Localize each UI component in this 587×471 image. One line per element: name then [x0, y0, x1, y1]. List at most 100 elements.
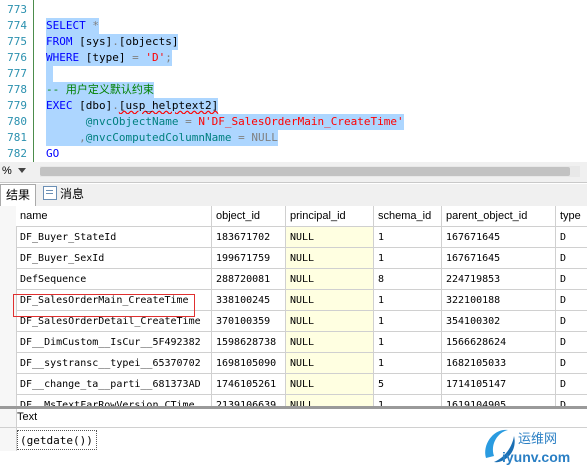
code-line[interactable]: 780 @nvcObjectName = N'DF_SalesOrderMain… [0, 114, 587, 130]
column-header[interactable]: type [556, 206, 587, 227]
row-header[interactable] [0, 332, 17, 354]
table-cell[interactable]: 1 [374, 248, 442, 269]
table-cell[interactable]: D [556, 290, 587, 311]
table-cell[interactable]: 1619104905 [442, 395, 556, 406]
table-cell[interactable]: 183671702 [212, 227, 286, 248]
code-line[interactable]: 781 ,@nvcComputedColumnName = NULL [0, 130, 587, 146]
table-cell[interactable]: DefSequence [16, 269, 212, 290]
column-header-text[interactable]: Text [17, 411, 37, 423]
horizontal-scrollbar[interactable] [40, 166, 580, 177]
table-cell[interactable]: 1 [374, 290, 442, 311]
row-header[interactable] [0, 269, 17, 291]
table-row[interactable]: DF__systransc__typei__65370702 1698105090… [0, 353, 587, 375]
code-text[interactable] [46, 66, 53, 82]
table-cell[interactable]: NULL [286, 332, 374, 353]
table-cell[interactable]: D [556, 353, 587, 374]
table-cell[interactable]: DF__change_ta__parti__681373AD [16, 374, 212, 395]
table-cell[interactable]: 322100188 [442, 290, 556, 311]
table-cell[interactable]: 1682105033 [442, 353, 556, 374]
column-header[interactable]: schema_id [374, 206, 442, 227]
table-cell[interactable]: 1 [374, 227, 442, 248]
table-cell[interactable]: 2139106639 [212, 395, 286, 406]
row-header[interactable] [0, 227, 17, 249]
code-text[interactable]: -- 用户定义默认约束 [46, 82, 154, 98]
table-cell[interactable]: D [556, 395, 587, 406]
tab-messages[interactable]: 消息 [38, 184, 89, 205]
code-text[interactable]: ,@nvcComputedColumnName = NULL [46, 130, 278, 146]
table-cell[interactable]: D [556, 248, 587, 269]
table-cell[interactable]: DF_SalesOrderMain_CreateTime [16, 290, 212, 311]
table-cell[interactable]: 8 [374, 269, 442, 290]
table-cell[interactable]: 167671645 [442, 227, 556, 248]
table-cell[interactable]: 338100245 [212, 290, 286, 311]
table-cell[interactable]: 1 [374, 332, 442, 353]
column-header[interactable]: object_id [212, 206, 286, 227]
code-text[interactable]: @nvcObjectName = N'DF_SalesOrderMain_Cre… [46, 114, 404, 130]
table-cell[interactable]: D [556, 332, 587, 353]
table-cell[interactable]: 199671759 [212, 248, 286, 269]
sql-editor[interactable]: 773 774 SELECT * 775 FROM [sys].[objects] 776… [0, 0, 587, 162]
code-line[interactable]: 776 WHERE [type] = 'D'; [0, 50, 587, 66]
row-header[interactable] [0, 248, 17, 270]
table-cell[interactable]: D [556, 311, 587, 332]
table-cell[interactable]: NULL [286, 269, 374, 290]
code-text[interactable]: GO [46, 146, 59, 162]
code-text[interactable]: EXEC [dbo].[usp_helptext2] [46, 98, 219, 114]
table-header-row[interactable]: name object_id principal_id schema_id parent… [0, 206, 587, 228]
table-row[interactable]: DF__DimCustom__IsCur__5F492382 1598628738… [0, 332, 587, 354]
column-header[interactable]: parent_object_id [442, 206, 556, 227]
table-cell[interactable]: DF__DimCustom__IsCur__5F492382 [16, 332, 212, 353]
code-line[interactable]: 777 [0, 66, 587, 82]
row-header[interactable] [0, 353, 17, 375]
table-cell[interactable]: 1714105147 [442, 374, 556, 395]
code-text[interactable]: WHERE [type] = 'D'; [46, 50, 172, 66]
table-cell[interactable]: 5 [374, 374, 442, 395]
table-cell[interactable]: DF__MsTextFarRowVersion_CTime [16, 395, 212, 406]
zoom-dropdown-icon[interactable] [18, 168, 26, 173]
code-text[interactable]: SELECT * [46, 18, 99, 34]
table-cell[interactable]: NULL [286, 248, 374, 269]
table-cell[interactable]: 1698105090 [212, 353, 286, 374]
table-row[interactable]: DF_SalesOrderDetail_CreateTime 370100359 N… [0, 311, 587, 333]
row-header[interactable] [0, 374, 17, 396]
table-cell[interactable]: 1 [374, 395, 442, 406]
row-header[interactable] [0, 290, 17, 312]
table-cell[interactable]: 354100302 [442, 311, 556, 332]
table-cell[interactable]: 1 [374, 311, 442, 332]
code-line[interactable]: 779 EXEC [dbo].[usp_helptext2] [0, 98, 587, 114]
table-cell[interactable]: D [556, 227, 587, 248]
row-header[interactable] [0, 206, 17, 228]
table-row[interactable]: DefSequence 288720081 NULL 8 224719853 D [0, 269, 587, 291]
table-row[interactable]: DF_SalesOrderMain_CreateTime 338100245 NUL… [0, 290, 587, 312]
table-cell[interactable]: 224719853 [442, 269, 556, 290]
table-cell[interactable]: 167671645 [442, 248, 556, 269]
table-cell[interactable]: 1598628738 [212, 332, 286, 353]
table-cell[interactable]: DF_SalesOrderDetail_CreateTime [16, 311, 212, 332]
results-grid[interactable]: name object_id principal_id schema_id parent… [0, 206, 587, 406]
table-row[interactable]: DF__MsTextFarRowVersion_CTime 2139106639 N… [0, 395, 587, 406]
column-header[interactable]: name [16, 206, 212, 227]
table-cell[interactable]: NULL [286, 311, 374, 332]
code-text[interactable]: FROM [sys].[objects] [46, 34, 179, 50]
scrollbar-thumb[interactable] [40, 167, 570, 176]
code-line[interactable]: 782 GO [0, 146, 587, 162]
code-line[interactable]: 773 [0, 2, 587, 18]
row-header[interactable] [0, 430, 17, 451]
column-header[interactable]: principal_id [286, 206, 374, 227]
table-row[interactable]: DF_Buyer_SexId 199671759 NULL 1 167671645 D [0, 248, 587, 270]
code-line[interactable]: 775 FROM [sys].[objects] [0, 34, 587, 50]
table-cell[interactable]: 1 [374, 353, 442, 374]
row-header[interactable] [0, 311, 17, 333]
code-line[interactable]: 774 SELECT * [0, 18, 587, 34]
zoom-level[interactable]: % [2, 165, 12, 177]
table-row[interactable]: DF_Buyer_StateId 183671702 NULL 1 167671645 D [0, 227, 587, 249]
table-cell[interactable]: NULL [286, 374, 374, 395]
table-cell[interactable]: DF_Buyer_SexId [16, 248, 212, 269]
table-cell[interactable]: NULL [286, 290, 374, 311]
text-value-cell[interactable]: (getdate()) [17, 430, 97, 450]
table-cell[interactable]: 1746105261 [212, 374, 286, 395]
table-cell[interactable]: NULL [286, 353, 374, 374]
table-cell[interactable]: DF_Buyer_StateId [16, 227, 212, 248]
code-line[interactable]: 778 -- 用户定义默认约束 [0, 82, 587, 98]
table-cell[interactable]: DF__systransc__typei__65370702 [16, 353, 212, 374]
